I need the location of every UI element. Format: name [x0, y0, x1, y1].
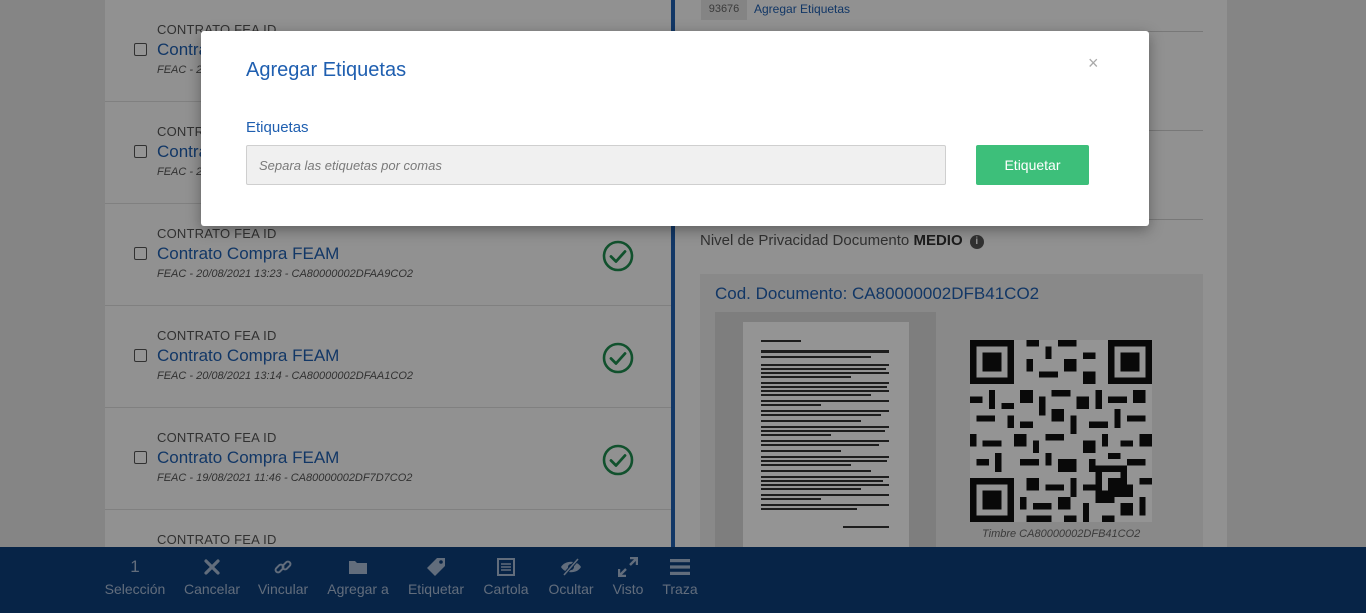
- dialog-title: Agregar Etiquetas: [246, 59, 407, 81]
- add-tags-dialog: Agregar Etiquetas × Etiquetas Etiquetar: [201, 31, 1149, 226]
- close-icon[interactable]: ×: [1088, 53, 1099, 74]
- tags-input[interactable]: [246, 145, 946, 185]
- tag-submit-button[interactable]: Etiquetar: [976, 145, 1089, 185]
- tags-field-label: Etiquetas: [246, 119, 309, 136]
